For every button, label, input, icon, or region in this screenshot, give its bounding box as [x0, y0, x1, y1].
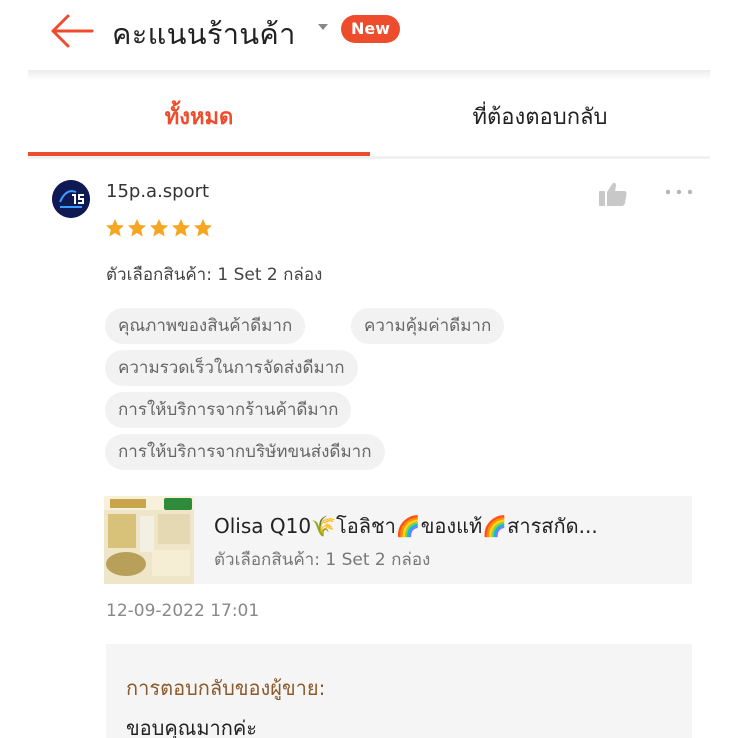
review-timestamp: 12-09-2022 17:01: [106, 601, 260, 621]
seller-reply-label: การตอบกลับของผู้ขาย:: [126, 676, 326, 700]
more-options-icon[interactable]: [664, 188, 694, 196]
star-icon: [128, 219, 146, 237]
tab-all[interactable]: ทั้งหมด: [28, 80, 370, 156]
seller-reply: การตอบกลับของผู้ขาย: ขอบคุณมากค่ะ: [106, 644, 692, 738]
reviewer-username[interactable]: 15p.a.sport: [106, 181, 209, 202]
review-tag: การให้บริการจากร้านค้าดีมาก: [105, 392, 352, 428]
review-tag: การให้บริการจากบริษัทขนส่งดีมาก: [105, 434, 385, 470]
product-variation: ตัวเลือกสินค้า: 1 Set 2 กล่อง: [214, 550, 431, 570]
caret-down-icon[interactable]: [318, 24, 328, 30]
review-tabs: ทั้งหมด ที่ต้องตอบกลับ: [28, 80, 710, 156]
tab-to-reply[interactable]: ที่ต้องตอบกลับ: [370, 80, 710, 156]
top-app-bar: คะแนนร้านค้า New: [0, 0, 738, 72]
star-icon: [106, 219, 124, 237]
star-icon: [194, 219, 212, 237]
page-title[interactable]: คะแนนร้านค้า: [112, 11, 296, 57]
header-divider: [28, 70, 710, 80]
review-variation: ตัวเลือกสินค้า: 1 Set 2 กล่อง: [106, 265, 323, 285]
product-card[interactable]: Olisa Q10🌾โอลิชา🌈ของแท้🌈สารสกัด... ตัวเล…: [104, 496, 692, 584]
review-tag: คุณภาพของสินค้าดีมาก: [105, 308, 306, 344]
avatar[interactable]: [52, 180, 90, 218]
seller-reply-text: ขอบคุณมากค่ะ: [126, 716, 257, 738]
tabs-divider: [28, 156, 710, 159]
arrow-left-icon[interactable]: [48, 12, 94, 50]
star-icon: [172, 219, 190, 237]
review-tag: ความรวดเร็วในการจัดส่งดีมาก: [105, 350, 358, 386]
star-rating: [105, 218, 213, 242]
thumbs-up-icon[interactable]: [598, 181, 628, 207]
star-icon: [150, 219, 168, 237]
product-name: Olisa Q10🌾โอลิชา🌈ของแท้🌈สารสกัด...: [214, 514, 598, 538]
new-badge: New: [341, 15, 401, 43]
review-tag: ความคุ้มค่าดีมาก: [351, 308, 505, 344]
product-thumbnail: [104, 496, 194, 584]
